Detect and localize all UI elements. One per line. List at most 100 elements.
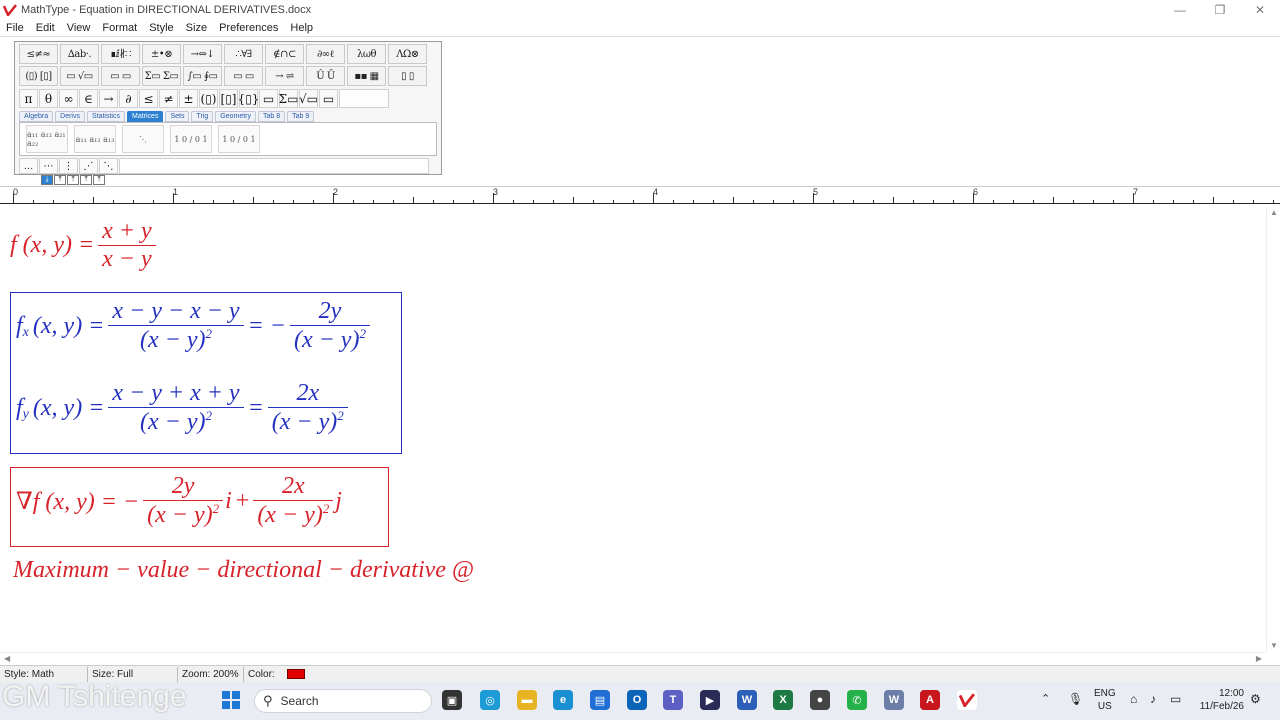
palette-button-row1[interactable]: ∴∀∃ bbox=[224, 44, 263, 64]
matrix-template-button[interactable]: a₁₁ a₁₂ a₂₁ a₂₂ bbox=[26, 125, 68, 153]
palette-button-row1[interactable]: ΛΩ⊗ bbox=[388, 44, 427, 64]
matrix-template-button[interactable]: a₁₁ a₁₂ a₁₃ bbox=[74, 125, 116, 153]
symbol-button[interactable]: ± bbox=[179, 89, 198, 108]
wordpress-icon[interactable]: W bbox=[884, 690, 904, 710]
palette-button-row1[interactable]: ±•⊗ bbox=[142, 44, 181, 64]
edge-browser-icon[interactable]: e bbox=[553, 690, 573, 710]
menu-format[interactable]: Format bbox=[96, 22, 143, 34]
equation-partial-y[interactable]: fy (x, y) = x − y + x + y (x − y)2 = 2x … bbox=[16, 380, 348, 436]
palette-button-row1[interactable]: →⇔↓ bbox=[183, 44, 222, 64]
menu-edit[interactable]: Edit bbox=[30, 22, 61, 34]
network-icon[interactable]: ⌂ bbox=[1130, 693, 1137, 706]
scroll-left-arrow-icon[interactable]: ◀ bbox=[4, 654, 10, 663]
menu-view[interactable]: View bbox=[61, 22, 97, 34]
symbol-button[interactable]: → bbox=[99, 89, 118, 108]
menu-preferences[interactable]: Preferences bbox=[213, 22, 284, 34]
symbol-button[interactable]: ≠ bbox=[159, 89, 178, 108]
file-explorer-icon[interactable]: ▬ bbox=[517, 690, 537, 710]
palette-tab[interactable]: Matrices bbox=[127, 111, 164, 122]
task-view-icon[interactable]: ▣ bbox=[442, 690, 462, 710]
app-icon-red-dot[interactable]: ● bbox=[810, 690, 830, 710]
scroll-down-arrow-icon[interactable]: ▼ bbox=[1270, 641, 1278, 650]
word-icon[interactable]: W bbox=[737, 690, 757, 710]
whatsapp-icon[interactable]: ✆ bbox=[847, 690, 867, 710]
symbol-button[interactable]: ≤ bbox=[139, 89, 158, 108]
symbol-button[interactable]: (▯) bbox=[199, 89, 218, 108]
palette-tab[interactable]: Derivs bbox=[55, 111, 85, 122]
close-button[interactable]: ✕ bbox=[1240, 0, 1280, 20]
settings-gear-icon[interactable]: ⚙ bbox=[1250, 693, 1261, 706]
symbol-button[interactable]: {▯} bbox=[238, 89, 259, 108]
status-color-swatch[interactable] bbox=[286, 669, 305, 679]
clock[interactable]: 12:00 11/Feb/26 bbox=[1194, 687, 1244, 713]
ellipsis-button[interactable]: ⋱ bbox=[99, 158, 118, 174]
scroll-right-arrow-icon[interactable]: ▶ bbox=[1256, 654, 1262, 663]
symbol-button[interactable]: ∞ bbox=[59, 89, 78, 108]
menu-size[interactable]: Size bbox=[180, 22, 213, 34]
scroll-up-arrow-icon[interactable]: ▲ bbox=[1270, 208, 1278, 217]
symbol-button[interactable]: √▭ bbox=[299, 89, 318, 108]
palette-tab[interactable]: Tab 9 bbox=[287, 111, 315, 122]
ruler[interactable]: 01234567 bbox=[0, 186, 1280, 204]
battery-icon[interactable]: ▭ bbox=[1170, 693, 1181, 706]
symbol-button[interactable]: ▭ bbox=[259, 89, 278, 108]
palette-button-row2[interactable]: ▯ ▯ bbox=[388, 66, 427, 86]
menu-style[interactable]: Style bbox=[143, 22, 179, 34]
matrix-template-button[interactable]: 1 0 / 0 1 bbox=[170, 125, 212, 153]
matrix-template-button[interactable]: 1 0 / 0 1 bbox=[218, 125, 260, 153]
menu-help[interactable]: Help bbox=[284, 22, 319, 34]
symbol-button[interactable]: ▭ bbox=[319, 89, 338, 108]
tray-chevron-icon[interactable]: ⌃ bbox=[1041, 693, 1050, 706]
tab-stop-button[interactable]: ⤒ bbox=[93, 175, 105, 185]
palette-tab[interactable]: Geometry bbox=[215, 111, 256, 122]
minimize-button[interactable]: — bbox=[1160, 0, 1200, 20]
outlook-icon[interactable]: O bbox=[627, 690, 647, 710]
symbol-button[interactable]: [▯] bbox=[219, 89, 238, 108]
palette-button-row2[interactable]: ∫▭ ∮▭ bbox=[183, 66, 222, 86]
equation-function-definition[interactable]: f (x, y) = x + y x − y bbox=[10, 218, 156, 273]
palette-button-row2[interactable]: ▭ √▭ bbox=[60, 66, 99, 86]
palette-button-row2[interactable]: ▭ ▭ bbox=[224, 66, 263, 86]
palette-button-row2[interactable]: ▭ ▭ bbox=[101, 66, 140, 86]
menu-file[interactable]: File bbox=[0, 22, 30, 34]
palette-button-row1[interactable]: ∎ⅈ∦∷ bbox=[101, 44, 140, 64]
vertical-scrollbar[interactable]: ▲ ▼ bbox=[1266, 206, 1280, 652]
ellipsis-button[interactable]: ⋮ bbox=[59, 158, 78, 174]
palette-tab[interactable]: Statistics bbox=[86, 111, 125, 122]
palette-tab[interactable]: Tab 8 bbox=[258, 111, 286, 122]
symbol-button[interactable]: π bbox=[19, 89, 38, 108]
horizontal-scrollbar[interactable]: ◀ ▶ bbox=[0, 652, 1266, 664]
maximize-button[interactable]: ❐ bbox=[1200, 0, 1240, 20]
mathtype-taskbar-icon[interactable] bbox=[957, 690, 977, 710]
microphone-icon[interactable]: 🎙 bbox=[1068, 693, 1083, 706]
palette-button-row1[interactable]: ∉∩⊂ bbox=[265, 44, 304, 64]
symbol-button[interactable]: Σ▭ bbox=[279, 89, 298, 108]
palette-button-row1[interactable]: λωθ bbox=[347, 44, 386, 64]
equation-text-line[interactable]: Maximum − value − directional − derivati… bbox=[13, 557, 474, 584]
palette-tab[interactable]: Algebra bbox=[19, 111, 54, 122]
tab-stop-button[interactable]: ⤒ bbox=[54, 175, 66, 185]
ellipsis-button[interactable]: ⋯ bbox=[39, 158, 58, 174]
palette-tab[interactable]: Sets bbox=[165, 111, 190, 122]
ellipsis-button[interactable]: … bbox=[19, 158, 38, 174]
palette-button-row2[interactable]: Σ▭ Σ▭ bbox=[142, 66, 181, 86]
tab-stop-button[interactable]: ⤒ bbox=[67, 175, 79, 185]
acrobat-icon[interactable]: A bbox=[920, 690, 940, 710]
taskbar-search-input[interactable]: ⚲ Search bbox=[254, 689, 432, 713]
language-indicator[interactable]: ENG US bbox=[1094, 687, 1116, 713]
symbol-button[interactable]: ∂ bbox=[119, 89, 138, 108]
palette-tab[interactable]: Trig bbox=[191, 111, 214, 122]
matrix-template-button[interactable]: ⋱ bbox=[122, 125, 164, 153]
symbol-button[interactable]: θ bbox=[39, 89, 58, 108]
palette-button-row1[interactable]: ∆ab·. bbox=[60, 44, 99, 64]
windows-start-icon[interactable] bbox=[222, 691, 240, 709]
palette-button-row2[interactable]: → ⇌ bbox=[265, 66, 304, 86]
tab-stop-button[interactable]: ⤓ bbox=[41, 175, 53, 185]
excel-icon[interactable]: X bbox=[773, 690, 793, 710]
copilot-icon[interactable]: ◎ bbox=[480, 690, 500, 710]
palette-button-row2[interactable]: (▯) [▯] bbox=[19, 66, 58, 86]
equation-partial-x[interactable]: fx (x, y) = x − y − x − y (x − y)2 = − 2… bbox=[16, 298, 370, 354]
palette-button-row2[interactable]: ▪▪ ▦ bbox=[347, 66, 386, 86]
equation-gradient[interactable]: ∇f (x, y) = − 2y (x − y)2 i + 2x (x − y)… bbox=[16, 473, 342, 529]
media-app-icon[interactable]: ▶ bbox=[700, 690, 720, 710]
